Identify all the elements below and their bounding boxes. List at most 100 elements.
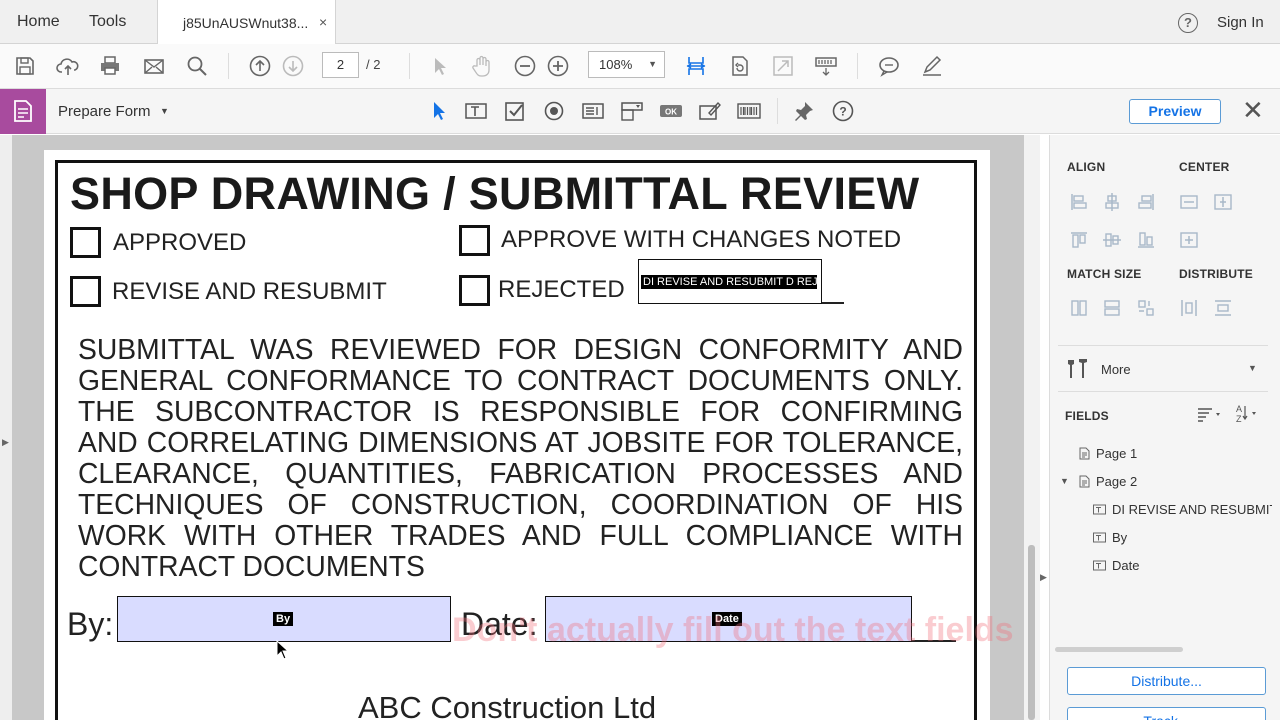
align-vertical-center-icon[interactable]: [1102, 230, 1122, 250]
cloud-upload-icon[interactable]: [55, 53, 81, 79]
previous-page-icon[interactable]: [247, 53, 273, 79]
document-tab[interactable]: j85UnAUSWnut38... ×: [157, 0, 336, 45]
expand-caret-icon[interactable]: ▼: [1060, 476, 1069, 486]
text-field-tool-icon[interactable]: [463, 98, 489, 124]
svg-text:Z: Z: [1236, 414, 1242, 423]
approved-checkbox[interactable]: [70, 227, 101, 258]
select-arrow-icon[interactable]: [426, 53, 452, 79]
approve-with-changes-checkbox[interactable]: [459, 225, 490, 256]
tools-tab[interactable]: Tools: [89, 0, 126, 44]
tree-item-field-revise[interactable]: DI REVISE AND RESUBMIT: [1112, 502, 1272, 517]
align-section-title: ALIGN: [1067, 160, 1106, 174]
match-height-icon[interactable]: [1102, 298, 1122, 318]
prepare-form-title[interactable]: Prepare Form: [58, 103, 151, 120]
svg-text:?: ?: [839, 105, 846, 119]
panel-divider: [1058, 345, 1268, 346]
company-name: ABC Construction Ltd: [358, 690, 657, 720]
help-circle-icon[interactable]: ?: [830, 98, 856, 124]
match-both-icon[interactable]: [1136, 298, 1156, 318]
expand-left-panel-icon[interactable]: ▶: [2, 437, 9, 448]
approved-label: APPROVED: [113, 229, 247, 256]
align-right-icon[interactable]: [1136, 192, 1156, 212]
tools-icon[interactable]: [1067, 356, 1091, 380]
rotate-view-icon[interactable]: [727, 53, 753, 79]
text-field-icon: [1093, 504, 1106, 515]
fit-page-icon[interactable]: [683, 53, 709, 79]
sort-order-icon[interactable]: [1196, 405, 1222, 423]
preview-button[interactable]: Preview: [1129, 99, 1221, 124]
hand-tool-icon[interactable]: [469, 53, 495, 79]
close-tab-icon[interactable]: ×: [319, 14, 327, 30]
vertical-scrollbar[interactable]: [1024, 135, 1040, 720]
more-dropdown-icon[interactable]: ▼: [1248, 363, 1257, 373]
center-vertical-icon[interactable]: [1213, 192, 1233, 212]
tree-item-field-date[interactable]: Date: [1112, 558, 1139, 573]
prepare-form-dropdown-icon[interactable]: ▼: [160, 106, 169, 116]
scrollbar-thumb[interactable]: [1028, 545, 1035, 720]
toolbar-separator: [777, 98, 778, 124]
page-number-input[interactable]: 2: [322, 52, 359, 78]
panel-horizontal-scrollbar[interactable]: [1055, 647, 1183, 652]
svg-text:OK: OK: [665, 108, 677, 117]
sort-alphabetical-icon[interactable]: AZ: [1235, 403, 1259, 423]
zoom-out-icon[interactable]: [512, 53, 538, 79]
zoom-in-icon[interactable]: [545, 53, 571, 79]
distribute-horizontal-icon[interactable]: [1179, 298, 1199, 318]
by-label: By:: [67, 606, 114, 642]
track-button[interactable]: Track...: [1067, 707, 1266, 720]
rejected-checkbox[interactable]: [459, 275, 490, 306]
barcode-tool-icon[interactable]: [736, 98, 762, 124]
zoom-level-select[interactable]: 108% ▼: [588, 51, 665, 78]
collapse-right-panel-icon[interactable]: ▶: [1040, 572, 1047, 583]
more-label[interactable]: More: [1101, 362, 1131, 377]
align-horizontal-center-icon[interactable]: [1102, 192, 1122, 212]
read-mode-icon[interactable]: [813, 53, 839, 79]
radio-button-tool-icon[interactable]: [541, 98, 567, 124]
close-form-icon[interactable]: ✕: [1242, 95, 1264, 125]
full-screen-icon[interactable]: [770, 53, 796, 79]
tree-item-page1[interactable]: Page 1: [1096, 446, 1137, 461]
tree-item-field-by[interactable]: By: [1112, 530, 1127, 545]
comment-icon[interactable]: [876, 53, 902, 79]
top-navigation-bar: Home Tools j85UnAUSWnut38... × ? Sign In: [0, 0, 1280, 45]
rejected-label: REJECTED: [498, 276, 625, 303]
pin-icon[interactable]: [791, 98, 817, 124]
help-icon[interactable]: ?: [1178, 13, 1198, 33]
next-page-icon[interactable]: [280, 53, 306, 79]
distribute-section-title: DISTRIBUTE: [1179, 267, 1253, 281]
panel-divider: [1058, 391, 1268, 392]
distribute-button[interactable]: Distribute...: [1067, 667, 1266, 695]
checkbox-tool-icon[interactable]: [502, 98, 528, 124]
distribute-vertical-icon[interactable]: [1213, 298, 1233, 318]
center-horizontal-icon[interactable]: [1179, 192, 1199, 212]
tree-item-page2[interactable]: Page 2: [1096, 474, 1137, 489]
center-both-icon[interactable]: [1179, 230, 1199, 250]
toolbar-separator: [857, 53, 858, 79]
print-icon[interactable]: [97, 53, 123, 79]
dropdown-tool-icon[interactable]: [619, 98, 645, 124]
home-tab[interactable]: Home: [17, 0, 60, 44]
svg-text:A: A: [1236, 404, 1242, 414]
align-left-icon[interactable]: [1069, 192, 1089, 212]
page-icon: [1079, 475, 1090, 488]
list-box-tool-icon[interactable]: [580, 98, 606, 124]
by-text-field[interactable]: By: [117, 596, 451, 642]
prepare-form-badge: [0, 89, 46, 134]
align-top-icon[interactable]: [1069, 230, 1089, 250]
left-panel-collapsed[interactable]: ▶: [0, 135, 12, 720]
save-icon[interactable]: [12, 53, 38, 79]
digital-signature-tool-icon[interactable]: [697, 98, 723, 124]
review-disclaimer-text: SUBMITTAL WAS REVIEWED FOR DESIGN CONFOR…: [78, 333, 963, 582]
button-tool-icon[interactable]: OK: [658, 98, 684, 124]
align-bottom-icon[interactable]: [1136, 230, 1156, 250]
email-icon[interactable]: [141, 53, 167, 79]
search-icon[interactable]: [184, 53, 210, 79]
select-object-icon[interactable]: [425, 98, 451, 124]
page-total-label: / 2: [366, 57, 381, 72]
sign-pen-icon[interactable]: [919, 53, 945, 79]
sign-in-link[interactable]: Sign In: [1217, 14, 1264, 31]
revise-resubmit-checkbox[interactable]: [70, 276, 101, 307]
match-width-icon[interactable]: [1069, 298, 1089, 318]
selected-form-field[interactable]: DI REVISE AND RESUBMIT D REJECTED: [638, 259, 822, 304]
mouse-cursor-icon: [276, 640, 290, 660]
